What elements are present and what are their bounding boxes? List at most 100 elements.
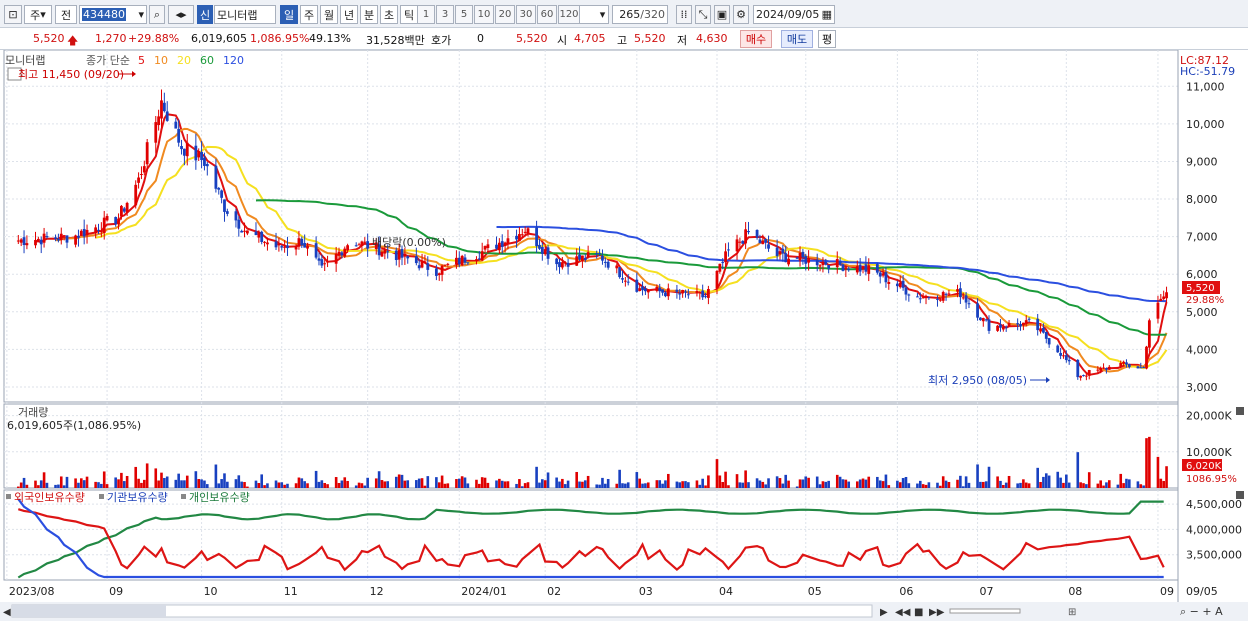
quote-bar: 5,520 🡅 1,270 +29.88% 6,019,605 1,086.95… [0,28,1248,50]
stock-chart[interactable]: 2023/08 09 10 11 12 2024/01 02 03 04 05 06 07 08 09 09… [0,50,1248,621]
volume-bar [74,478,77,488]
buy-button[interactable]: 매수 [740,30,772,48]
zoom-out-icon[interactable]: ⌕ − + A [1180,605,1223,618]
volume-bar [878,480,882,488]
volume-bar [704,485,707,488]
candle-body [1044,331,1048,339]
grid-icon[interactable]: ⁞⁞ [676,5,692,24]
window-menu-icon[interactable]: ⊡ [4,5,22,24]
volume-bar [283,484,286,488]
interval-tab-10[interactable]: 10 [474,5,494,24]
interval-tab-60[interactable]: 60 [537,5,557,24]
interval-dropdown-icon[interactable]: ▾ [597,5,609,24]
volume-bar [586,475,590,488]
volume-bar [383,481,387,488]
interval-tab-1[interactable]: 1 [417,5,435,24]
candle-body [520,234,524,236]
date-input[interactable]: 2024/09/05 ▦ [753,5,835,24]
fast-forward-icon[interactable]: ▶▶ [929,607,945,618]
panel-close-icon-0[interactable] [1236,407,1244,415]
candle-body [483,246,487,250]
candle-body [1024,320,1028,324]
bottom-scrollbar[interactable]: ◀ ▶ ◀◀ ■ ▶▶ ⊞ ⌕ − + A [0,602,1248,621]
scroll-left-icon[interactable]: ◀ [3,607,11,618]
stock-name-field[interactable]: 모니터랩 [214,5,276,24]
period-tab-3[interactable]: 년 [340,5,358,24]
search-icon[interactable]: ⌕ [149,5,165,24]
period-tab-2[interactable]: 월 [320,5,338,24]
period-tab-0[interactable]: 일 [280,5,298,24]
sell-button[interactable]: 매도 [781,30,813,48]
candle-body [423,261,427,263]
volume-bar [1027,483,1031,488]
candle-body [701,290,705,298]
candle-body [764,238,768,243]
zoom-reset-icon[interactable]: ⊞ [1068,607,1076,618]
candle-body [39,239,43,245]
period-tab-1[interactable]: 주 [300,5,318,24]
volume-bar [876,476,879,488]
interval-tab-3[interactable]: 3 [436,5,454,24]
last-price-tag: 5,520 29.88% [1182,281,1224,306]
stop-icon[interactable]: ■ [914,607,923,618]
volume-bar [1016,483,1019,488]
volume-bar [535,466,538,488]
candle-body [157,116,161,126]
candle-body [904,287,908,295]
candle-body [976,303,979,318]
speaker-icon[interactable]: ◂▸ [168,5,194,24]
volume-bar [984,481,988,488]
calendar-icon[interactable]: ▦ [822,8,832,21]
period-tab-5[interactable]: 초 [380,5,398,24]
candle-body [583,257,587,260]
volume-bar [143,479,146,488]
volume-bar [1059,477,1062,488]
x-tick-label-13: 09 [1160,585,1174,598]
interval-tab-30[interactable]: 30 [516,5,536,24]
candle-body [621,278,624,280]
scroll-right-icon[interactable]: ▶ [880,607,888,618]
code-input[interactable]: 434480 ▾ [79,5,147,24]
volume-bar [203,480,206,488]
interval-tab-5[interactable]: 5 [455,5,473,24]
volume-bar [334,477,338,488]
volume-bar [927,482,931,488]
volume-bar [97,482,100,488]
volume-bar [558,481,561,488]
rewind-icon[interactable]: ◀◀ [895,607,911,618]
market-select[interactable]: 주 ▾ [24,5,52,24]
volume-bar [855,481,859,488]
volume-bar [658,480,662,488]
candle-body [655,286,659,291]
volume-bar [1047,475,1051,488]
candle-body [1021,322,1025,326]
eval-button[interactable]: 평 [818,30,836,48]
candle-body [354,245,358,247]
volume-bar [921,484,925,488]
candle-body [443,264,447,266]
candle-body [366,241,370,249]
zoom-slider[interactable] [949,608,1021,614]
count-field[interactable]: 265/320 [612,5,668,24]
gear-icon[interactable]: ⚙ [733,5,749,24]
volume-bar [17,486,20,488]
type-select[interactable]: 전 [55,5,77,24]
volume-bar [1036,467,1039,488]
panel-close-icon-1[interactable] [1236,491,1244,499]
volume-bar [183,480,186,488]
draw-tool-icon[interactable]: ⤡ [695,5,711,24]
interval-tab-120[interactable]: 120 [558,5,580,24]
candle-body [97,229,100,231]
period-tab-6[interactable]: 틱 [400,5,418,24]
stock-badge: 신 [197,5,213,24]
candle-body [1136,366,1140,369]
period-tab-4[interactable]: 분 [360,5,378,24]
code-dropdown-icon[interactable]: ▾ [138,8,146,21]
candle-body [274,241,278,248]
candle-body [400,249,404,258]
ma-legend-120: 120 [223,54,244,67]
interval-tab-20[interactable]: 20 [495,5,515,24]
save-icon[interactable]: ▣ [714,5,730,24]
candle-body [323,263,327,265]
scrollbar-thumb[interactable] [12,605,166,617]
